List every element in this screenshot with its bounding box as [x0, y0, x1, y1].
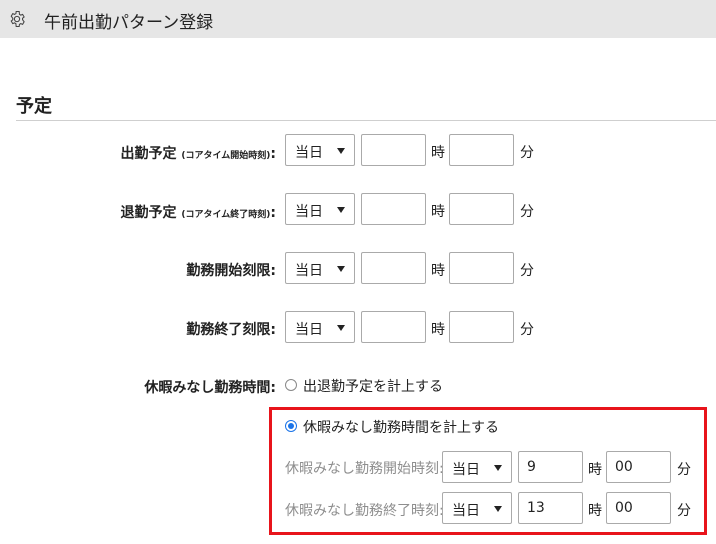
clock-in-plan-day-value: 当日: [295, 145, 323, 161]
minute-unit: 分: [520, 145, 534, 161]
minute-unit: 分: [677, 462, 691, 478]
hour-unit: 時: [431, 322, 445, 338]
deemed-start-hour-input[interactable]: 9: [518, 451, 583, 483]
work-end-limit-minute-input[interactable]: [449, 311, 514, 343]
hour-unit: 時: [588, 503, 602, 519]
minute-unit: 分: [677, 503, 691, 519]
chevron-down-icon: [337, 148, 345, 154]
clock-out-plan-day-value: 当日: [295, 204, 323, 220]
clock-in-plan-hour-input[interactable]: [361, 134, 426, 166]
clock-in-plan-label: 出勤予定 (コアタイム開始時刻):: [120, 143, 276, 163]
hour-unit: 時: [588, 462, 602, 478]
work-end-limit-hour-input[interactable]: [361, 311, 426, 343]
clock-out-plan-hour-input[interactable]: [361, 193, 426, 225]
clock-in-plan-label-colon: :: [270, 146, 276, 162]
deemed-end-label: 休暇みなし勤務終了時刻:: [285, 503, 444, 519]
minute-unit: 分: [520, 322, 534, 338]
radio-deemed-time-label[interactable]: 休暇みなし勤務時間を計上する: [303, 417, 499, 437]
chevron-down-icon: [494, 506, 502, 512]
deemed-start-label: 休暇みなし勤務開始時刻:: [285, 461, 444, 477]
work-end-limit-day-value: 当日: [295, 322, 323, 338]
deemed-end-day-select[interactable]: 当日: [442, 492, 512, 524]
deemed-work-time-label: 休暇みなし勤務時間:: [144, 380, 276, 396]
deemed-start-day-value: 当日: [452, 462, 480, 478]
clock-out-plan-label-note: (コアタイム終了時刻): [181, 210, 271, 220]
hour-unit: 時: [431, 145, 445, 161]
deemed-start-minute-input[interactable]: 00: [606, 451, 671, 483]
chevron-down-icon: [337, 207, 345, 213]
work-start-limit-day-value: 当日: [295, 263, 323, 279]
minute-unit: 分: [520, 204, 534, 220]
window-title: 午前出勤パターン登録: [44, 13, 214, 33]
clock-in-plan-label-note: (コアタイム開始時刻): [181, 151, 271, 161]
clock-in-plan-day-select[interactable]: 当日: [285, 134, 355, 166]
deemed-end-hour-input[interactable]: 13: [518, 492, 583, 524]
work-start-limit-day-select[interactable]: 当日: [285, 252, 355, 284]
work-start-limit-label: 勤務開始刻限:: [186, 263, 276, 279]
chevron-down-icon: [494, 465, 502, 471]
hour-unit: 時: [431, 204, 445, 220]
radio-deemed-time[interactable]: [285, 420, 297, 432]
work-start-limit-hour-input[interactable]: [361, 252, 426, 284]
chevron-down-icon: [337, 325, 345, 331]
radio-actual-plan-label[interactable]: 出退勤予定を計上する: [303, 376, 443, 396]
minute-unit: 分: [520, 263, 534, 279]
work-end-limit-day-select[interactable]: 当日: [285, 311, 355, 343]
clock-out-plan-minute-input[interactable]: [449, 193, 514, 225]
section-title: 予定: [16, 96, 52, 117]
gear-icon[interactable]: [8, 10, 26, 28]
clock-in-plan-minute-input[interactable]: [449, 134, 514, 166]
work-start-limit-minute-input[interactable]: [449, 252, 514, 284]
clock-out-plan-label: 退勤予定 (コアタイム終了時刻):: [120, 202, 276, 222]
clock-out-plan-day-select[interactable]: 当日: [285, 193, 355, 225]
deemed-end-minute-input[interactable]: 00: [606, 492, 671, 524]
title-bar: 午前出勤パターン登録: [0, 0, 716, 38]
hour-unit: 時: [431, 263, 445, 279]
clock-in-plan-label-main: 出勤予定: [120, 146, 177, 162]
work-end-limit-label: 勤務終了刻限:: [186, 322, 276, 338]
deemed-start-day-select[interactable]: 当日: [442, 451, 512, 483]
clock-out-plan-label-main: 退勤予定: [120, 205, 177, 221]
clock-out-plan-label-colon: :: [270, 205, 276, 221]
section-divider: [16, 120, 716, 121]
radio-actual-plan[interactable]: [285, 379, 297, 391]
chevron-down-icon: [337, 266, 345, 272]
deemed-end-day-value: 当日: [452, 503, 480, 519]
